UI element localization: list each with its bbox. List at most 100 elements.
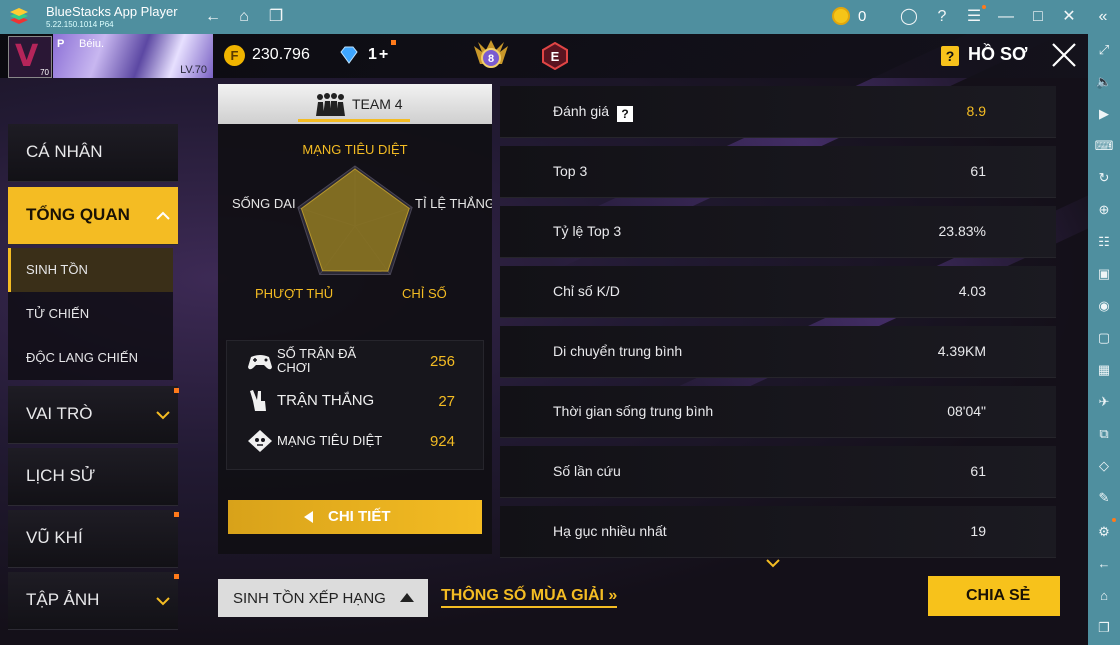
android-home-icon[interactable]: ⌂ (1094, 586, 1114, 606)
stat-value: 61 (970, 463, 986, 479)
fullscreen-icon[interactable]: ⤢ (1094, 40, 1114, 60)
details-button[interactable]: CHI TIẾT (228, 500, 482, 534)
stat-value: 4.03 (958, 283, 986, 299)
triangle-up-icon (400, 593, 414, 602)
collapse-sidebar-icon[interactable]: « (1093, 7, 1113, 27)
sub-item-deathmatch[interactable]: TỬ CHIẾN (8, 292, 173, 336)
nav-item-weapons[interactable]: VŨ KHÍ (8, 510, 179, 568)
help-icon[interactable]: ? (932, 7, 952, 27)
settings-notification-dot (1112, 518, 1116, 522)
notification-dot (174, 574, 179, 579)
gallery-icon[interactable]: ▦ (1094, 360, 1114, 380)
stat-row-avg-survival-time: Thời gian sống trung bình 08'04" (500, 386, 1056, 438)
nav-item-label: VAI TRÒ (26, 404, 93, 423)
home-icon[interactable]: ⌂ (234, 7, 254, 27)
stat-row-wins: TRẬN THẮNG 27 (227, 381, 485, 421)
notification-dot (174, 512, 179, 517)
radar-label-win-rate: TỈ LỆ THẮNG (415, 196, 492, 211)
stat-label-kills: MẠNG TIÊU DIỆT (277, 433, 383, 448)
nav-item-role[interactable]: VAI TRÒ (8, 386, 179, 444)
nav-item-history[interactable]: LỊCH SỬ (8, 448, 178, 506)
player-name: Béiu. (79, 38, 105, 50)
profile-help-icon[interactable]: ? (941, 46, 959, 66)
share-button[interactable]: CHIA SẺ (928, 576, 1060, 616)
mode-dropdown[interactable]: SINH TỒN XẾP HẠNG (218, 579, 428, 617)
chevron-down-icon (156, 411, 170, 420)
sub-item-label: TỬ CHIẾN (26, 306, 90, 321)
airplane-icon[interactable]: ✈ (1094, 392, 1114, 412)
gold-coin-icon: F (224, 45, 245, 66)
stat-value: 23.83% (938, 223, 986, 239)
sub-item-lone-wolf[interactable]: ĐỘC LANG CHIẾN (8, 336, 173, 380)
minimize-icon[interactable]: — (996, 7, 1016, 27)
close-icon[interactable] (1050, 41, 1078, 69)
android-back-icon[interactable]: ← (1094, 554, 1114, 574)
season-stats-link[interactable]: THÔNG SỐ MÙA GIẢI » (441, 587, 618, 608)
brush-icon[interactable]: ✎ (1094, 488, 1114, 508)
nav-item-personal[interactable]: CÁ NHÂN (8, 124, 178, 182)
stat-value: 4.39KM (937, 343, 986, 359)
radar-label-survival: SỐNG DAI (232, 196, 296, 211)
cs-rank-badge-icon[interactable]: E (541, 42, 569, 70)
gold-amount: 230.796 (252, 46, 310, 63)
chevron-down-icon (156, 597, 170, 606)
player-level: LV.70 (180, 64, 207, 76)
stat-label: Top 3 (553, 163, 588, 179)
nav-item-label: TỔNG QUAN (26, 205, 130, 224)
stat-label: Hạ gục nhiều nhất (553, 523, 667, 539)
team-tab[interactable]: TEAM 4 (218, 84, 492, 124)
br-rank-badge-icon[interactable]: 8 (472, 38, 510, 74)
br-rank-badge-number: 8 (488, 53, 494, 65)
copy-icon[interactable]: ⧉ (1094, 424, 1114, 444)
apk-icon[interactable]: ▣ (1094, 264, 1114, 284)
victory-hand-icon (250, 390, 266, 411)
stat-label: Thời gian sống trung bình (553, 403, 714, 419)
nav-item-overview[interactable]: TỔNG QUAN (8, 187, 178, 245)
match-stats-box: SỐ TRẬN ĐÃ CHƠI 256 TRẬN THẮNG 27 MẠNG TI… (226, 340, 484, 470)
keyboard-icon[interactable]: ⌨ (1094, 136, 1114, 156)
coin-icon (832, 7, 850, 25)
scroll-down-icon[interactable] (766, 558, 780, 568)
nav-item-album[interactable]: TẬP ẢNH (8, 572, 179, 630)
rating-help-icon[interactable]: ? (617, 106, 634, 122)
close-window-icon[interactable]: ✕ (1059, 7, 1079, 27)
stat-row-top3-rate: Tỷ lệ Top 3 23.83% (500, 206, 1056, 258)
stat-row-kills: MẠNG TIÊU DIỆT 924 (227, 421, 485, 461)
stat-row-most-kills: Hạ gục nhiều nhất 19 (500, 506, 1056, 558)
stat-row-matches: SỐ TRẬN ĐÃ CHƠI 256 (227, 341, 485, 381)
diamond-amount[interactable]: 1 + (368, 46, 388, 64)
skull-icon (248, 430, 272, 452)
radar-label-rusher: PHƯỢT THỦ (255, 286, 333, 301)
android-recents-icon[interactable]: ❐ (1094, 618, 1114, 638)
player-banner[interactable]: P Béiu. LV.70 (53, 34, 213, 78)
stat-value: 19 (970, 523, 986, 539)
gamepad-sidebar-icon[interactable]: ☷ (1094, 232, 1114, 252)
screenshot-icon[interactable]: ◉ (1094, 296, 1114, 316)
bluestacks-sidebar: ⤢ 🔈 ▶ ⌨ ↻ ⊕ ☷ ▣ ◉ ▢ ▦ ✈ ⧉ ◇ ✎ ⚙ ← ⌂ ❐ (1088, 34, 1120, 645)
add-diamonds-button[interactable]: + (379, 46, 388, 63)
back-icon[interactable]: ← (203, 7, 223, 27)
record-icon[interactable]: ▢ (1094, 328, 1114, 348)
multi-instance-icon[interactable]: ❐ (266, 7, 286, 27)
media-icon[interactable]: ▶ (1094, 104, 1114, 124)
eco-mode-icon[interactable]: ◇ (1094, 456, 1114, 476)
maximize-icon[interactable]: □ (1028, 7, 1048, 27)
avatar-rank-letter: V (15, 39, 39, 74)
volume-icon[interactable]: 🔈 (1094, 72, 1114, 92)
radar-label-score: CHỈ SỐ (402, 286, 447, 301)
macro-icon[interactable]: ↻ (1094, 168, 1114, 188)
avatar[interactable]: V 70 (8, 36, 52, 78)
page-title: HỒ SƠ (968, 44, 1028, 64)
chevron-up-icon (156, 211, 170, 220)
menu-icon[interactable]: ☰ (964, 7, 984, 27)
sync-icon[interactable]: ⊕ (1094, 200, 1114, 220)
diamond-count: 1 (368, 46, 377, 63)
account-icon[interactable]: ◯ (899, 7, 919, 27)
window-title: BlueStacks App Player (46, 4, 178, 19)
banner-prefix: P (57, 38, 65, 50)
settings-icon[interactable]: ⚙ (1094, 522, 1114, 542)
team-tab-underline (298, 119, 410, 122)
stat-value-kills: 924 (429, 433, 455, 450)
coin-balance[interactable]: 0 (832, 7, 866, 25)
sub-item-survival[interactable]: SINH TỒN (8, 248, 173, 292)
